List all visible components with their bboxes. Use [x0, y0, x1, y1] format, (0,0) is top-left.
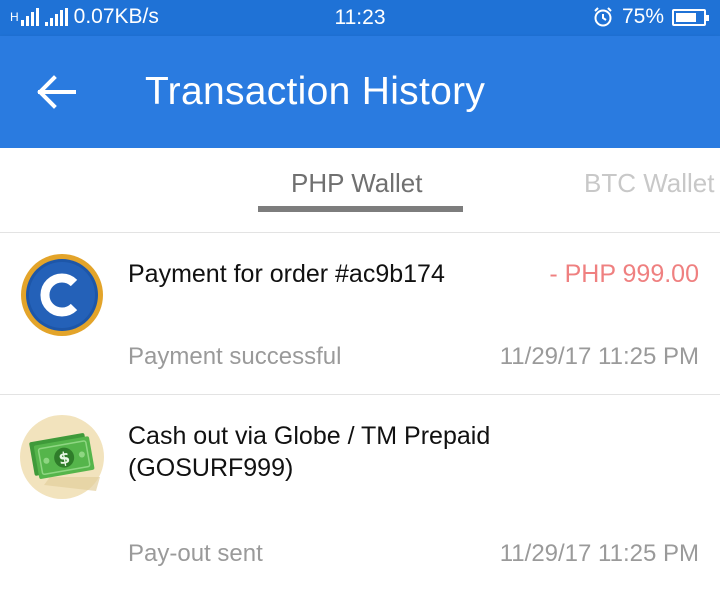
back-button[interactable]: [30, 70, 82, 114]
page-title: Transaction History: [145, 70, 486, 113]
transaction-date: 11/29/17 11:25 PM: [499, 540, 699, 567]
alarm-clock-icon: [594, 7, 612, 27]
transaction-status: Pay-out sent: [128, 540, 263, 567]
tab-php-wallet[interactable]: PHP Wallet: [291, 168, 423, 199]
tab-btc-wallet[interactable]: BTC Wallet: [584, 168, 715, 199]
transaction-status: Payment successful: [128, 343, 342, 370]
screen: H 0.07KB/s 11:23 75% Transaction History…: [0, 0, 720, 596]
battery-level: [676, 12, 696, 22]
transaction-title: Cash out via Globe / TM Prepaid (GOSURF9…: [128, 422, 491, 482]
status-right: 75%: [592, 5, 709, 29]
transaction-date: 11/29/17 11:25 PM: [499, 343, 699, 370]
battery-percent: 75%: [621, 5, 664, 28]
battery-icon: [672, 8, 709, 26]
status-bar: H 0.07KB/s 11:23 75%: [0, 0, 720, 36]
coins-ph-logo-icon: [21, 254, 103, 336]
transaction-amount: - PHP 999.00: [549, 260, 699, 288]
cash-money-icon: $: [20, 415, 104, 499]
transaction-row[interactable]: $ Cash out via Globe / TM Prepaid (GOSUR…: [0, 395, 720, 596]
tab-indicator: [258, 206, 463, 212]
app-bar: Transaction History: [0, 36, 720, 148]
transaction-row[interactable]: Payment for order #ac9b174 - PHP 999.00 …: [0, 233, 720, 395]
wallet-tabs: PHP Wallet BTC Wallet: [0, 148, 720, 233]
transaction-title: Payment for order #ac9b174: [128, 260, 445, 288]
arrow-left-icon: [37, 75, 76, 109]
